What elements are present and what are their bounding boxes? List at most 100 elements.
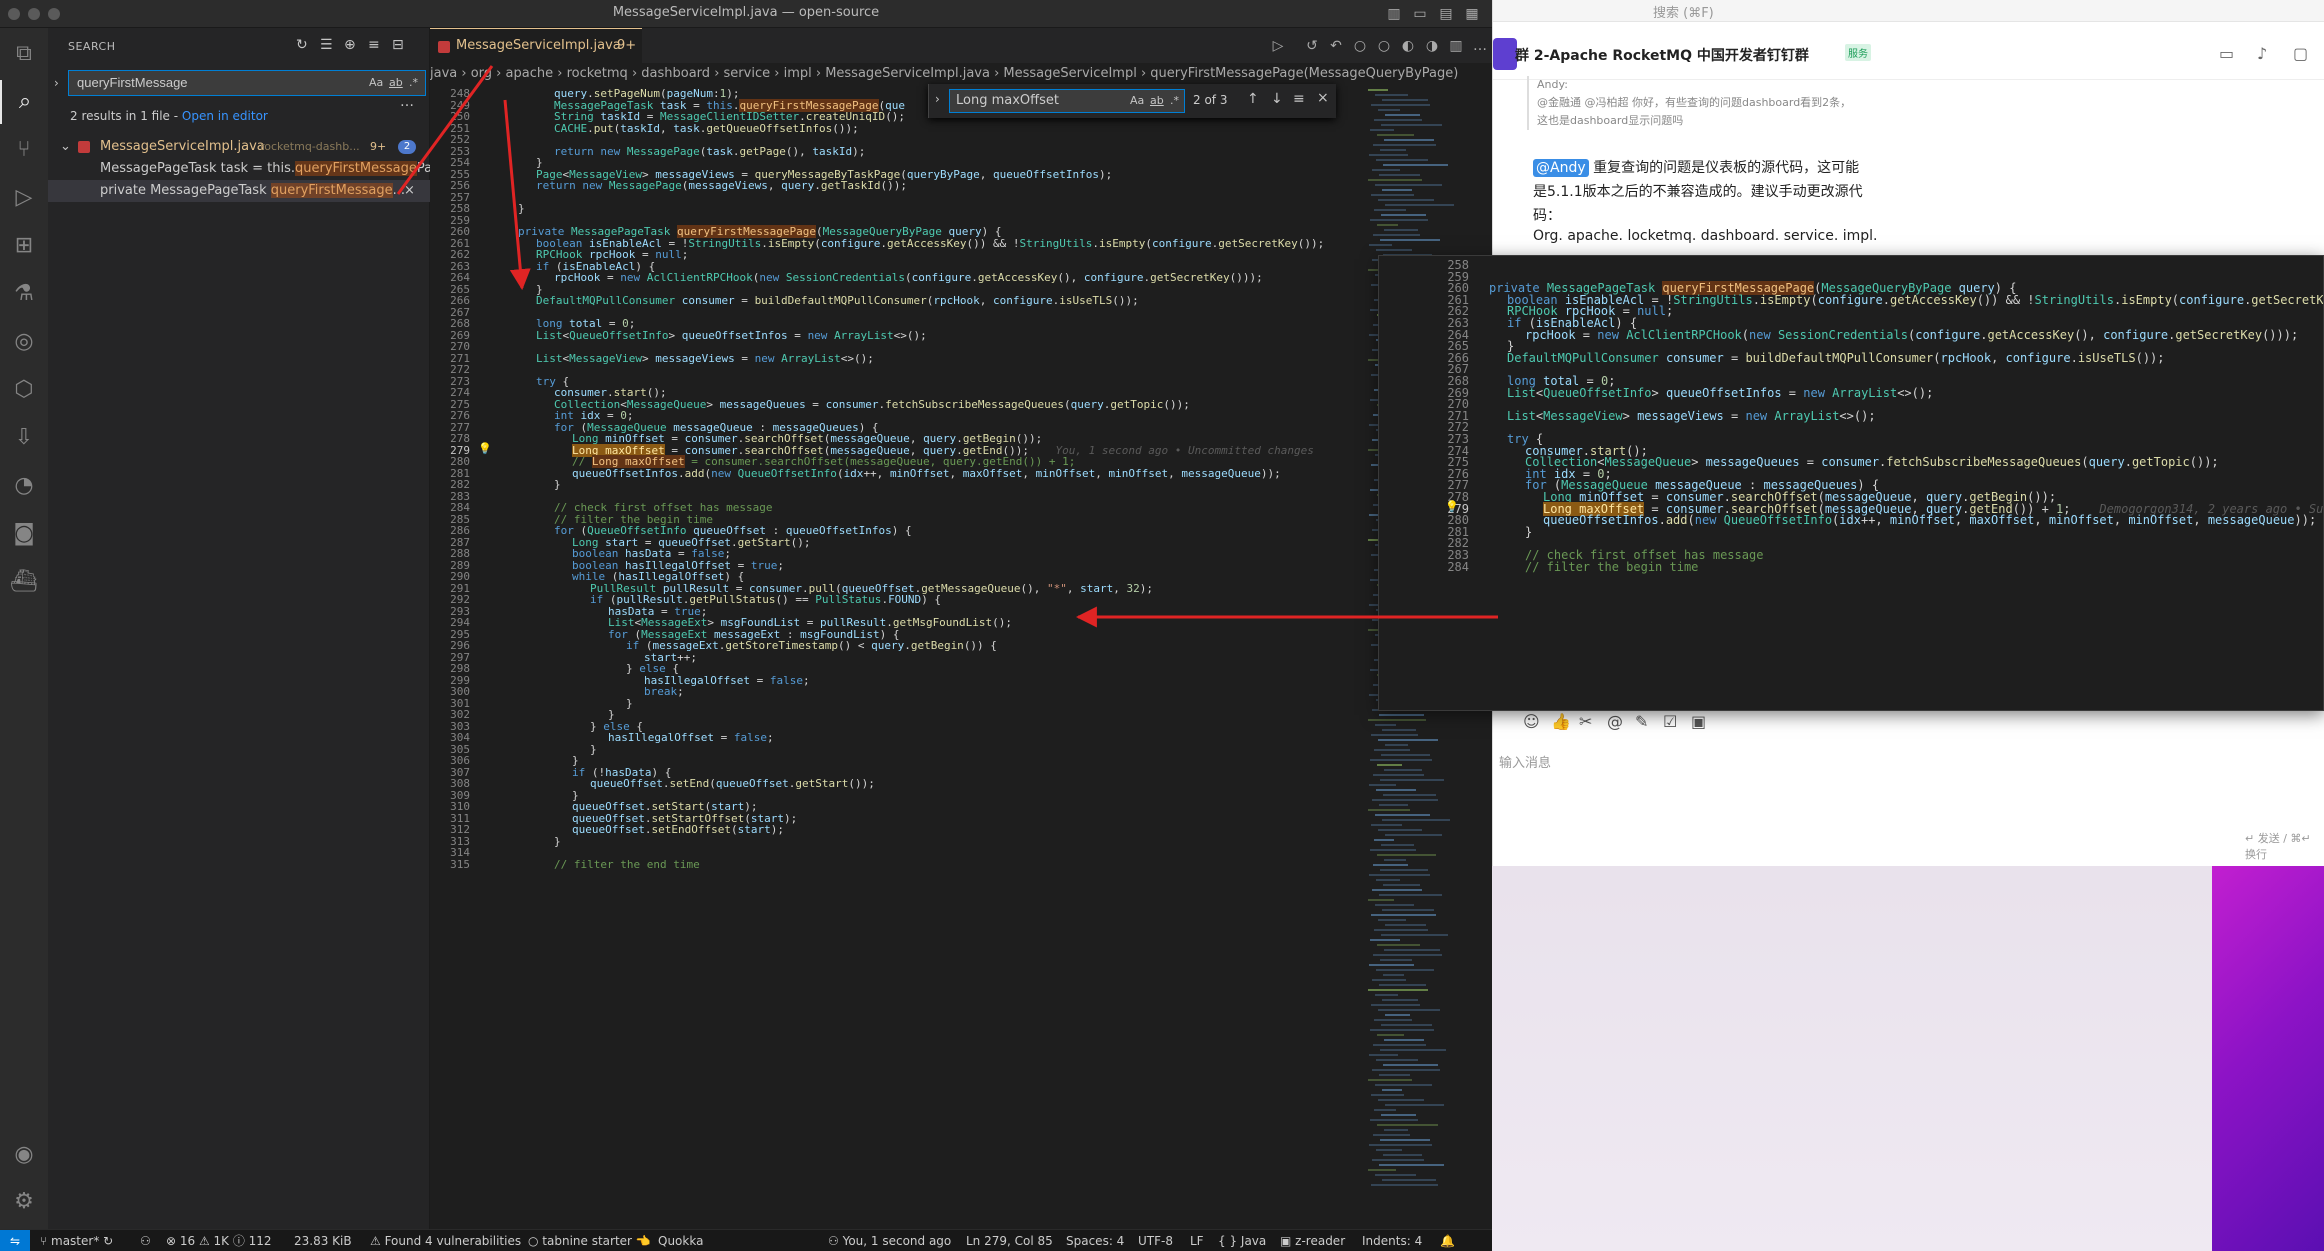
toggle-replace-icon[interactable]: › xyxy=(935,92,940,106)
code-line[interactable]: List<MessageView> messageViews = new Arr… xyxy=(536,352,874,365)
z-reader-status[interactable]: ▣ z-reader xyxy=(1280,1230,1345,1251)
code-line[interactable]: } xyxy=(554,835,561,848)
collapse-all-icon[interactable]: ⊟ xyxy=(392,37,404,53)
timeline-icon[interactable]: ↺ xyxy=(1302,36,1322,56)
git-graph-icon[interactable]: ◔ xyxy=(0,464,48,508)
previous-change-icon[interactable]: ○ xyxy=(1350,36,1370,56)
breadcrumb-item[interactable]: MessageServiceImpl xyxy=(1003,66,1136,81)
code-line[interactable]: return new MessagePage(task.getPage(), t… xyxy=(554,145,865,158)
breadcrumb-item[interactable]: MessageServiceImpl.java xyxy=(825,66,990,81)
run-debug-icon[interactable]: ▷ xyxy=(0,176,48,220)
indentation[interactable]: Spaces: 4 xyxy=(1066,1230,1124,1251)
code-editor[interactable]: 248 query.setPageNum(pageNum:1); 249 Messag… xyxy=(430,85,1492,1229)
code-line[interactable]: CACHE.put(taskId, task.getQueueOffsetInf… xyxy=(554,122,859,135)
code-line[interactable]: queueOffsetInfos.add(new QueueOffsetInfo… xyxy=(572,467,1281,480)
mention-tag[interactable]: @Andy xyxy=(1533,159,1589,177)
code-line[interactable]: queueOffset.setEndOffset(start); xyxy=(572,823,784,836)
code-line[interactable]: } xyxy=(518,202,525,215)
chat-input[interactable]: 输入消息 xyxy=(1499,752,1551,771)
extensions-icon[interactable]: ⊞ xyxy=(0,224,48,268)
chevron-down-icon[interactable]: ⌄ xyxy=(60,136,71,158)
result-file-row[interactable]: ⌄ MessageServiceImpl.java rocketmq-dashb… xyxy=(48,136,430,158)
folder-icon[interactable]: ▢ xyxy=(2293,44,2308,63)
match-case-toggle[interactable]: Aa xyxy=(1130,94,1144,107)
layout-icon[interactable]: ▦ xyxy=(1462,4,1482,24)
accounts-icon[interactable]: ◉ xyxy=(0,1133,48,1177)
cursor-position[interactable]: Ln 279, Col 85 xyxy=(966,1230,1053,1251)
breadcrumb-item[interactable]: java xyxy=(430,66,457,81)
code-line[interactable]: } xyxy=(590,743,597,756)
search-input[interactable] xyxy=(77,75,327,90)
regex-toggle[interactable]: .* xyxy=(1170,94,1179,107)
new-search-editor-icon[interactable]: ⊕ xyxy=(344,37,356,53)
regex-toggle[interactable]: .* xyxy=(409,76,418,89)
docker-icon[interactable]: ⛴ xyxy=(0,560,48,604)
line-ending[interactable]: LF xyxy=(1190,1230,1204,1251)
whole-word-toggle[interactable]: ab xyxy=(389,76,403,89)
task-icon[interactable]: ☑ xyxy=(1663,712,1677,731)
edit-icon[interactable]: ✎ xyxy=(1635,712,1648,731)
close-find-icon[interactable]: × xyxy=(1317,90,1329,106)
explorer-icon[interactable]: ⧉ xyxy=(0,32,48,76)
tabnine-status[interactable]: ○ tabnine starter 👈 xyxy=(528,1230,651,1251)
tab-messageserviceimpl[interactable]: MessageServiceImpl.java 9+ xyxy=(430,28,642,63)
code-line[interactable]: } xyxy=(626,697,633,710)
mute-icon[interactable]: ♪ xyxy=(2257,44,2267,63)
vulnerabilities-status[interactable]: ⚠ Found 4 vulnerabilities xyxy=(370,1230,521,1251)
toggle-replace-icon[interactable]: › xyxy=(54,76,59,90)
open-changes-icon[interactable]: ◑ xyxy=(1422,36,1442,56)
copilot-icon[interactable]: ◙ xyxy=(0,512,48,556)
like-icon[interactable]: 👍 xyxy=(1551,712,1571,731)
folder-icon[interactable]: ▣ xyxy=(1691,712,1706,731)
screen-share-icon[interactable]: ▭ xyxy=(2219,44,2234,63)
code-line[interactable]: Collection<MessageQueue> messageQueues =… xyxy=(554,398,1190,411)
revert-icon[interactable]: ↶ xyxy=(1326,36,1346,56)
line-number[interactable]: 315 xyxy=(430,858,470,871)
emoji-icon[interactable]: ☺ xyxy=(1523,712,1540,731)
breadcrumb-item[interactable]: impl xyxy=(784,66,812,81)
copilot-status-icon[interactable]: ⚇ xyxy=(140,1230,151,1251)
previous-match-icon[interactable]: ↑ xyxy=(1247,91,1259,107)
find-in-selection-icon[interactable]: ≡ xyxy=(1293,91,1305,107)
compare-icon[interactable]: ◐ xyxy=(1398,36,1418,56)
problems-indicator[interactable]: ⊗ 16 ⚠ 1K ⓘ 112 xyxy=(166,1230,272,1251)
language-mode[interactable]: { } Java xyxy=(1218,1230,1266,1251)
toggle-sidebar-icon[interactable]: ▥ xyxy=(1384,4,1404,24)
more-actions-icon[interactable]: … xyxy=(1470,36,1490,56)
split-editor-icon[interactable]: ▥ xyxy=(1446,36,1466,56)
source-control-icon[interactable]: ⑂ xyxy=(0,128,48,172)
lightbulb-icon[interactable]: 💡 xyxy=(478,442,492,455)
view-as-tree-icon[interactable]: ≡ xyxy=(368,37,380,53)
dismiss-result-icon[interactable]: × xyxy=(404,180,415,202)
refresh-icon[interactable]: ↻ xyxy=(296,37,308,53)
code-line[interactable]: } xyxy=(554,478,561,491)
indents-status[interactable]: Indents: 4 xyxy=(1362,1230,1422,1251)
breadcrumb-item[interactable]: org xyxy=(471,66,492,81)
encoding[interactable]: UTF-8 xyxy=(1138,1230,1173,1251)
code-line[interactable]: // filter the end time xyxy=(554,858,700,871)
toggle-secondary-sidebar-icon[interactable]: ▤ xyxy=(1436,4,1456,24)
git-blame-status[interactable]: ⚇ You, 1 second ago xyxy=(828,1230,951,1251)
gitlens-icon[interactable]: ⬡ xyxy=(0,368,48,412)
search-result-1[interactable]: MessagePageTask task = this.queryFirstMe… xyxy=(48,158,430,180)
quokka-status[interactable]: Quokka xyxy=(658,1230,703,1251)
next-match-icon[interactable]: ↓ xyxy=(1271,91,1283,107)
code-line[interactable]: return new MessagePage(messageViews, que… xyxy=(536,179,907,192)
toggle-panel-icon[interactable]: ▭ xyxy=(1410,4,1430,24)
next-change-icon[interactable]: ○ xyxy=(1374,36,1394,56)
settings-gear-icon[interactable]: ⚙ xyxy=(0,1180,48,1224)
remote-explorer-icon[interactable]: ◎ xyxy=(0,320,48,364)
more-options-icon[interactable]: … xyxy=(400,94,414,110)
group-avatar[interactable] xyxy=(1493,38,1517,70)
match-case-toggle[interactable]: Aa xyxy=(369,76,383,89)
breadcrumb-item[interactable]: service xyxy=(724,66,771,81)
breadcrumb-item[interactable]: queryFirstMessagePage(MessageQueryByPage… xyxy=(1150,66,1458,81)
run-icon[interactable]: ▷ xyxy=(1268,36,1288,56)
code-line[interactable]: DefaultMQPullConsumer consumer = buildDe… xyxy=(536,294,1139,307)
scissors-icon[interactable]: ✂ xyxy=(1579,712,1592,731)
remote-indicator-icon[interactable]: ⇋ xyxy=(0,1230,30,1251)
code-line[interactable]: rpcHook = new AclClientRPCHook(new Sessi… xyxy=(554,271,1263,284)
search-icon[interactable]: ⌕ xyxy=(0,80,48,124)
code-line[interactable]: hasIllegalOffset = false; xyxy=(608,731,774,744)
git-branch[interactable]: ⑂ master* ↻ xyxy=(40,1230,113,1251)
